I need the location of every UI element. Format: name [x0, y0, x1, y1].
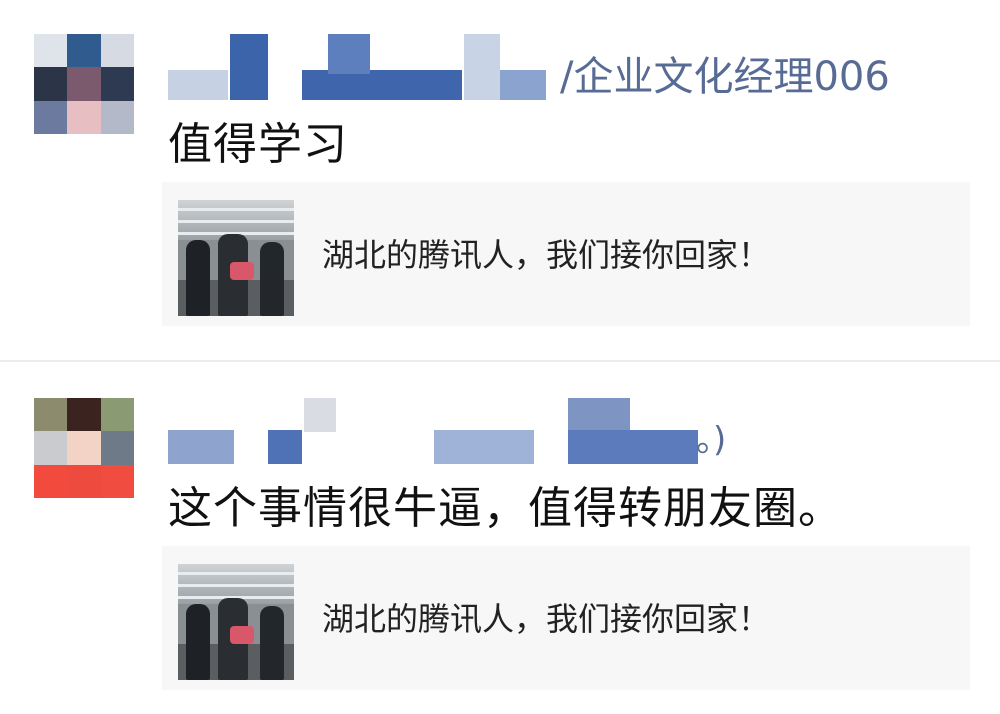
comment-text: 值得学习: [168, 119, 348, 170]
comment-item: /企业文化经理006 值得学习 湖北的腾讯人，我们接你回家！: [0, 0, 1000, 362]
comment-text: 这个事情很牛逼，值得转朋友圈。: [168, 483, 843, 534]
shared-link-title: 湖北的腾讯人，我们接你回家！: [322, 600, 771, 638]
shared-link-title: 湖北的腾讯人，我们接你回家！: [322, 236, 771, 274]
shared-link-card[interactable]: 湖北的腾讯人，我们接你回家！: [162, 546, 970, 690]
username-suffix[interactable]: /企业文化经理006: [560, 44, 890, 102]
shared-link-thumbnail: [178, 564, 294, 680]
username-blurred[interactable]: [168, 34, 548, 104]
username-blurred[interactable]: [168, 398, 708, 468]
username-suffix[interactable]: 。): [696, 412, 726, 461]
avatar[interactable]: [34, 398, 134, 498]
shared-link-thumbnail: [178, 200, 294, 316]
avatar[interactable]: [34, 34, 134, 134]
comment-item: 。) 这个事情很牛逼，值得转朋友圈。 湖北的腾讯人，我们接你回家！: [0, 362, 1000, 714]
shared-link-card[interactable]: 湖北的腾讯人，我们接你回家！: [162, 182, 970, 326]
